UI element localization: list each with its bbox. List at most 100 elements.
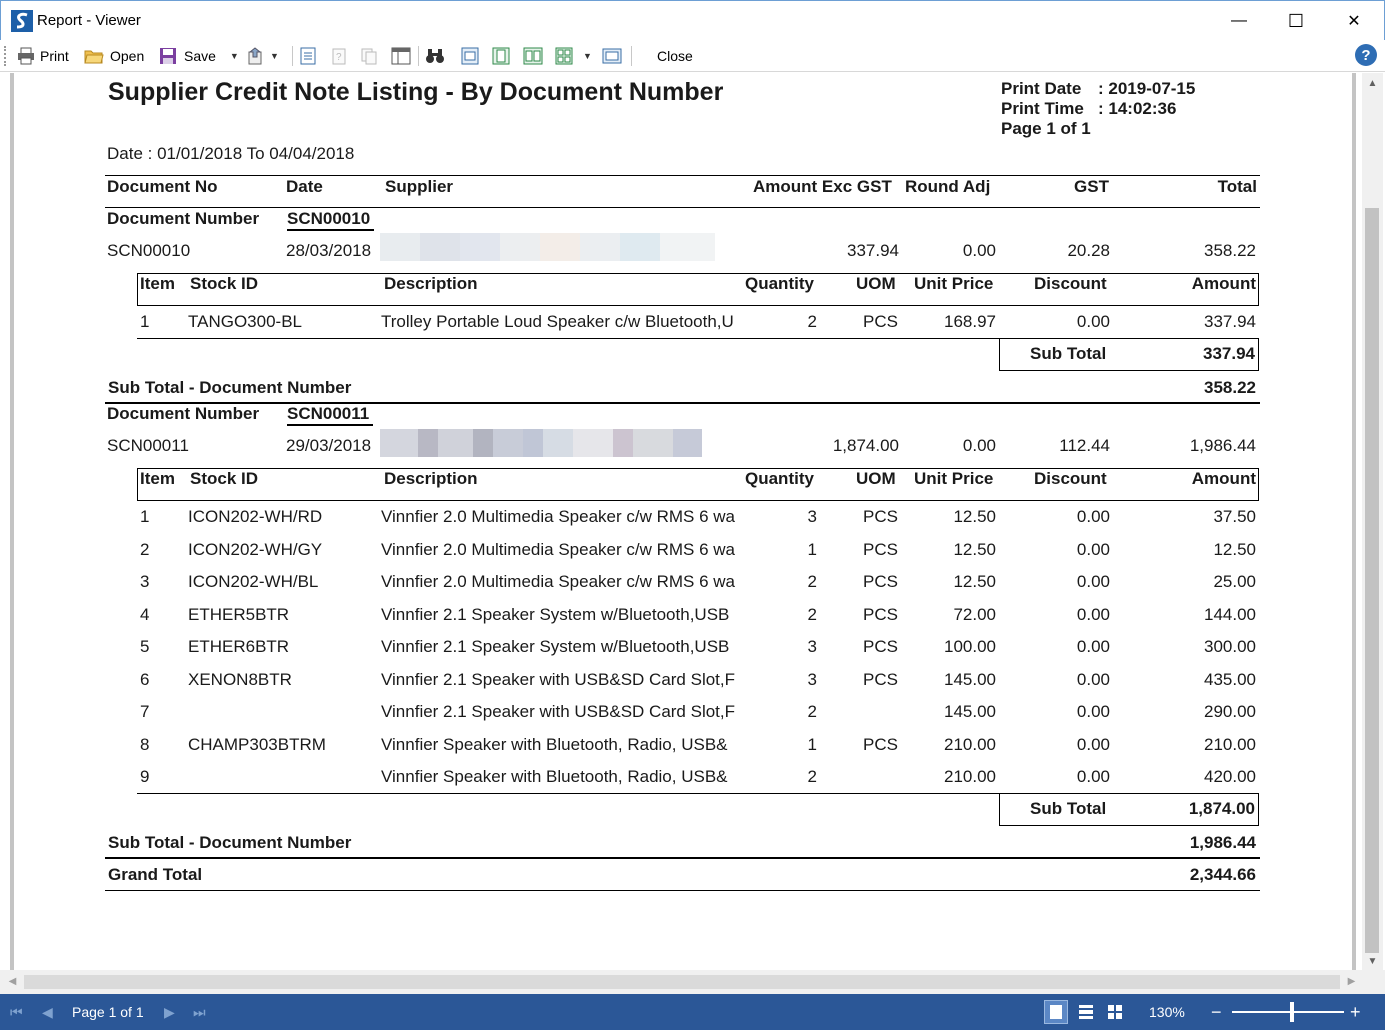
item-col-discount: Discount — [1034, 469, 1107, 488]
vertical-scroll-thumb[interactable] — [1365, 208, 1379, 953]
zoom-slider-thumb[interactable] — [1290, 1002, 1294, 1022]
doc-date: 29/03/2018 — [286, 436, 372, 455]
item-number: 9 — [140, 767, 150, 786]
item-quantity: 2 — [807, 767, 817, 786]
full-screen-button[interactable] — [602, 44, 622, 68]
doc-total: 1,986.44 — [1189, 436, 1256, 455]
doc-gst: 20.28 — [1067, 241, 1110, 260]
item-unit-price: 168.97 — [944, 312, 996, 331]
zoom-level: 130% — [1149, 1004, 1185, 1020]
zoom-out-button[interactable]: − — [1211, 994, 1222, 1030]
item-uom: PCS — [863, 312, 898, 331]
open-button[interactable]: Open — [84, 44, 144, 68]
previous-page-button[interactable]: ◀ — [42, 994, 53, 1030]
group-doc-number: SCN00011 — [287, 404, 374, 426]
item-description: Vinnfier 2.1 Speaker with USB&SD Card Sl… — [381, 702, 736, 721]
parameters-button[interactable]: ? — [330, 44, 348, 68]
close-report-button[interactable]: Close — [657, 44, 693, 68]
save-button[interactable]: Save ▼ — [159, 44, 239, 68]
zoom-slider[interactable] — [1232, 1011, 1344, 1013]
scroll-left-icon[interactable]: ◀ — [6, 975, 19, 988]
multi-page-view-button[interactable] — [1103, 1000, 1127, 1024]
multiple-pages-button[interactable]: ▼ — [555, 44, 592, 68]
item-amount: 290.00 — [1204, 702, 1256, 721]
scroll-down-icon[interactable]: ▼ — [1366, 955, 1379, 968]
minimize-button[interactable]: — — [1210, 1, 1268, 41]
item-number: 4 — [140, 604, 150, 624]
report-title: Supplier Credit Note Listing - By Docume… — [108, 78, 724, 106]
help-button[interactable]: ? — [1355, 44, 1377, 66]
toolbar-grip[interactable] — [4, 46, 7, 66]
doc-no: SCN00010 — [107, 241, 191, 260]
item-stock-id: ICON202-WH/BL — [188, 572, 319, 591]
col-gst: GST — [1074, 177, 1109, 196]
find-button[interactable] — [425, 44, 445, 68]
item-col-quantity: Quantity — [745, 274, 814, 293]
horizontal-scrollbar[interactable]: ◀ ▶ — [0, 970, 1385, 994]
close-window-button[interactable]: ✕ — [1325, 1, 1383, 41]
multiple-pages-dropdown-icon[interactable]: ▼ — [583, 51, 592, 61]
col-amount-exc-gst: Amount Exc GST — [753, 177, 892, 196]
first-page-button[interactable]: ⏮ — [10, 994, 23, 1030]
item-header-border — [137, 468, 138, 501]
item-discount: 0.00 — [1076, 734, 1110, 754]
maximize-button[interactable]: ☐ — [1267, 1, 1325, 41]
item-description: Vinnfier Speaker with Bluetooth, Radio, … — [381, 767, 728, 786]
col-document-no: Document No — [107, 177, 218, 196]
zoom-in-button[interactable]: + — [1350, 994, 1361, 1030]
copy-button[interactable] — [360, 44, 378, 68]
grand-total-label: Grand Total — [108, 865, 203, 884]
item-description: Vinnfier 2.1 Speaker System w/Bluetooth,… — [381, 604, 730, 624]
item-col-unit-price: Unit Price — [914, 274, 994, 293]
single-page-button[interactable] — [461, 44, 479, 68]
item-amount: 25.00 — [1213, 572, 1256, 591]
two-pages-icon — [523, 47, 543, 65]
status-bar: ⏮ ◀ Page 1 of 1 ▶ ⏭ 130% − + — [0, 994, 1385, 1030]
item-uom: PCS — [863, 604, 898, 624]
item-number: 7 — [140, 702, 150, 721]
item-description: Trolley Portable Loud Speaker c/w Blueto… — [381, 312, 734, 331]
item-col-stock-id: Stock ID — [190, 274, 259, 293]
last-page-button[interactable]: ⏭ — [193, 994, 206, 1030]
toolbar-separator — [631, 46, 632, 66]
export-dropdown-icon[interactable]: ▼ — [270, 51, 279, 61]
continuous-pages-icon — [1079, 1005, 1093, 1019]
continuous-view-button[interactable] — [1074, 1000, 1098, 1024]
group-label: Document Number — [107, 209, 260, 228]
scroll-right-icon[interactable]: ▶ — [1345, 975, 1358, 988]
doc-separator-rule — [105, 857, 1260, 859]
two-pages-button[interactable] — [523, 44, 543, 68]
multiple-pages-icon — [555, 47, 573, 65]
window-title: Report - Viewer — [37, 12, 141, 29]
item-discount: 0.00 — [1076, 312, 1110, 331]
print-time-label: Print Time — [1001, 99, 1084, 118]
document-map-icon — [391, 47, 411, 65]
next-page-button[interactable]: ▶ — [164, 994, 175, 1030]
horizontal-scroll-thumb[interactable] — [24, 975, 1340, 989]
scroll-up-icon[interactable]: ▲ — [1366, 77, 1379, 90]
plus-icon: + — [1350, 1001, 1361, 1022]
document-map-button[interactable] — [391, 44, 411, 68]
item-quantity: 2 — [807, 604, 817, 624]
toolbar: Print Open Save ▼ ▼ ? ▼ Close ? — [0, 40, 1385, 72]
item-number: 2 — [140, 539, 150, 559]
item-stock-id: ETHER6BTR — [188, 637, 290, 656]
item-unit-price: 210.00 — [944, 734, 996, 754]
print-button[interactable]: Print — [16, 44, 69, 68]
item-col-stock-id: Stock ID — [190, 469, 259, 488]
single-page-view-button[interactable] — [1044, 1000, 1068, 1024]
printer-icon — [18, 47, 34, 65]
item-stock-id: ETHER5BTR — [188, 604, 290, 624]
item-col-uom: UOM — [856, 274, 896, 293]
item-number: 1 — [140, 312, 150, 331]
export-button[interactable]: ▼ — [246, 44, 279, 68]
page-width-button[interactable] — [492, 44, 510, 68]
save-dropdown-icon[interactable]: ▼ — [230, 51, 239, 61]
item-uom: PCS — [863, 539, 898, 559]
page-setup-button[interactable] — [299, 44, 317, 68]
item-quantity: 3 — [807, 669, 817, 689]
item-quantity: 3 — [807, 637, 817, 656]
item-number: 6 — [140, 669, 150, 689]
vertical-scrollbar[interactable]: ▲ ▼ — [1362, 73, 1383, 970]
print-time-value: : 14:02:36 — [1098, 99, 1177, 118]
